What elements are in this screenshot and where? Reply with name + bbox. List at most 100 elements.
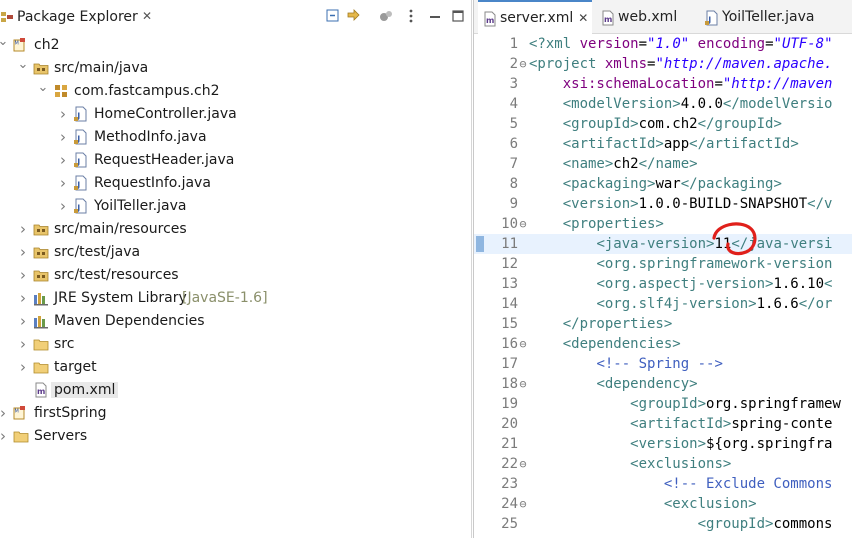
chevron-right-icon[interactable]: › — [57, 125, 69, 148]
code-line[interactable]: 14 <org.slf4j-version>1.6.6</or — [474, 294, 852, 314]
code-line[interactable]: 16 ⊖ <dependencies> — [474, 334, 852, 354]
chevron-right-icon[interactable]: › — [17, 355, 29, 378]
tree-item[interactable]: › J RequestInfo.java — [0, 172, 472, 195]
tree-item[interactable]: › JRE System Library [JavaSE-1.6] — [0, 287, 472, 310]
java-file-icon: J — [73, 198, 89, 214]
close-view-icon[interactable]: ✕ — [142, 9, 152, 23]
maximize-icon[interactable] — [450, 8, 466, 24]
tree-item[interactable]: m pom.xml — [0, 379, 472, 402]
chevron-right-icon[interactable]: › — [17, 217, 29, 240]
package-icon — [53, 83, 69, 99]
filters-icon[interactable] — [378, 8, 394, 24]
maven-project-icon: M — [13, 37, 29, 53]
code-line[interactable]: 5 <groupId>com.ch2</groupId> — [474, 114, 852, 134]
fold-toggle-icon[interactable]: ⊖ — [518, 54, 528, 74]
java-file-icon: J — [73, 175, 89, 191]
line-number: 16 — [501, 336, 518, 352]
code-line[interactable]: 17 <!-- Spring --> — [474, 354, 852, 374]
code-line[interactable]: 18 ⊖ <dependency> — [474, 374, 852, 394]
chevron-right-icon[interactable]: › — [57, 148, 69, 171]
code-line[interactable]: 15 </properties> — [474, 314, 852, 334]
line-number: 5 — [509, 116, 518, 132]
chevron-right-icon[interactable]: › — [17, 286, 29, 309]
package-explorer-title[interactable]: Package Explorer — [17, 9, 138, 25]
code-line[interactable]: 6 <artifactId>app</artifactId> — [474, 134, 852, 154]
code-line[interactable]: 9 <version>1.0.0-BUILD-SNAPSHOT</v — [474, 194, 852, 214]
tree-item[interactable]: ⌄ src/main/java — [0, 57, 472, 80]
tree-item-label: HomeController.java — [94, 106, 237, 122]
tree-item-label: pom.xml — [51, 382, 119, 398]
code-line[interactable]: 2 ⊖ <project xmlns="http://maven.apache. — [474, 54, 852, 74]
tree-item[interactable]: ⌄ com.fastcampus.ch2 — [0, 80, 472, 103]
tree-item[interactable]: › Servers — [0, 425, 472, 448]
code-line[interactable]: 25 <groupId>commons — [474, 514, 852, 534]
code-line[interactable]: 20 <artifactId>spring-conte — [474, 414, 852, 434]
collapse-all-icon[interactable] — [325, 8, 341, 24]
code-line[interactable]: 4 <modelVersion>4.0.0</modelVersio — [474, 94, 852, 114]
tree-item[interactable]: › target — [0, 356, 472, 379]
chevron-down-icon[interactable]: ⌄ — [37, 76, 49, 99]
chevron-right-icon[interactable]: › — [57, 102, 69, 125]
source-folder-icon — [33, 267, 49, 283]
tree-item[interactable]: › J YoilTeller.java — [0, 195, 472, 218]
fold-toggle-icon[interactable]: ⊖ — [518, 214, 528, 234]
chevron-right-icon[interactable]: › — [0, 424, 9, 447]
chevron-down-icon[interactable]: ⌄ — [17, 53, 29, 76]
code-line[interactable]: 3 xsi:schemaLocation="http://maven — [474, 74, 852, 94]
tree-item[interactable]: › Maven Dependencies — [0, 310, 472, 333]
chevron-right-icon[interactable]: › — [57, 171, 69, 194]
fold-toggle-icon[interactable]: ⊖ — [518, 494, 528, 514]
code-line[interactable]: 22 ⊖ <exclusions> — [474, 454, 852, 474]
code-text: xsi:schemaLocation="http://maven — [562, 76, 833, 92]
chevron-right-icon[interactable]: › — [57, 194, 69, 217]
code-line[interactable]: 11 <java-version>11</java-versi — [474, 234, 852, 254]
fold-toggle-icon[interactable]: ⊖ — [518, 454, 528, 474]
chevron-right-icon[interactable]: › — [17, 263, 29, 286]
code-line[interactable]: 13 <org.aspectj-version>1.6.10< — [474, 274, 852, 294]
svg-text:m: m — [37, 387, 45, 396]
chevron-right-icon[interactable]: › — [17, 332, 29, 355]
chevron-right-icon[interactable]: › — [17, 240, 29, 263]
tree-item[interactable]: › src/main/resources — [0, 218, 472, 241]
code-editor[interactable]: 1 <?xml version="1.0" encoding="UTF-8" 2 ⊖ <… — [474, 34, 852, 538]
tree-item[interactable]: › src/test/resources — [0, 264, 472, 287]
tree-item-label: JRE System Library — [54, 290, 187, 306]
code-line[interactable]: 23 <!-- Exclude Commons — [474, 474, 852, 494]
code-line[interactable]: 24 ⊖ <exclusion> — [474, 494, 852, 514]
minimize-icon[interactable] — [427, 8, 443, 24]
code-line[interactable]: 21 <version>${org.springfra — [474, 434, 852, 454]
tree-item[interactable]: ⌄ Mch2 — [0, 34, 472, 57]
tree-item-label: Servers — [34, 428, 88, 444]
code-text: <!-- Spring --> — [596, 356, 723, 372]
source-folder-icon — [33, 60, 49, 76]
editor-tab[interactable]: m web.xml — [596, 0, 681, 34]
code-line[interactable]: 12 <org.springframework-version — [474, 254, 852, 274]
fold-toggle-icon[interactable]: ⊖ — [518, 374, 528, 394]
xml-file-icon: m — [600, 10, 614, 26]
tree-item[interactable]: › src/test/java — [0, 241, 472, 264]
tree-item[interactable]: › J MethodInfo.java — [0, 126, 472, 149]
tree-item[interactable]: › src — [0, 333, 472, 356]
tree-item[interactable]: › MfirstSpring — [0, 402, 472, 425]
tree-item[interactable]: › J RequestHeader.java — [0, 149, 472, 172]
tree-item[interactable]: › J HomeController.java — [0, 103, 472, 126]
chevron-right-icon[interactable]: › — [0, 401, 9, 424]
editor-tab-bar: m server.xml ✕ m web.xml J YoilTeller.java — [474, 0, 852, 34]
library-icon — [33, 290, 49, 306]
code-line[interactable]: 7 <name>ch2</name> — [474, 154, 852, 174]
code-line[interactable]: 19 <groupId>org.springframew — [474, 394, 852, 414]
source-folder-icon — [33, 244, 49, 260]
link-with-editor-icon[interactable] — [346, 8, 362, 24]
code-text: </properties> — [562, 316, 673, 332]
close-tab-icon[interactable]: ✕ — [578, 11, 588, 25]
code-line[interactable]: 8 <packaging>war</packaging> — [474, 174, 852, 194]
code-line[interactable]: 10 ⊖ <properties> — [474, 214, 852, 234]
editor-tab[interactable]: m server.xml ✕ — [478, 0, 593, 34]
view-menu-icon[interactable] — [403, 8, 419, 24]
editor-tab[interactable]: J YoilTeller.java — [700, 0, 818, 34]
code-line[interactable]: 1 <?xml version="1.0" encoding="UTF-8" — [474, 34, 852, 54]
chevron-down-icon[interactable]: ⌄ — [0, 30, 9, 53]
code-text: <!-- Exclude Commons — [663, 476, 833, 492]
fold-toggle-icon[interactable]: ⊖ — [518, 334, 528, 354]
chevron-right-icon[interactable]: › — [17, 309, 29, 332]
